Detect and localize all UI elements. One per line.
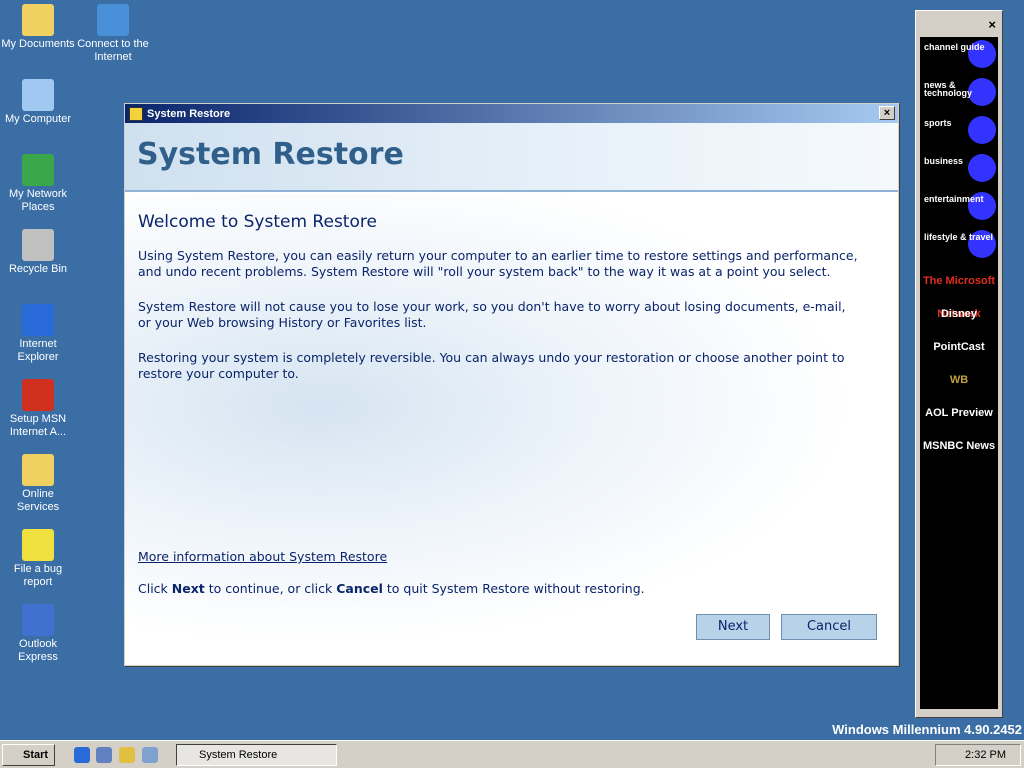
taskbar: Start System Restore 2:32 PM — [0, 740, 1024, 768]
outlook-express-icon[interactable] — [119, 747, 135, 763]
desktop-icon-image — [22, 79, 54, 111]
desktop-icon[interactable]: My Computer — [0, 75, 76, 126]
desktop-icon-image — [22, 304, 54, 336]
text: Cancel — [336, 581, 383, 596]
internet-explorer-icon[interactable] — [74, 747, 90, 763]
desktop-icon-label: Setup MSN Internet A... — [9, 413, 67, 438]
channel-item[interactable]: lifestyle & travel — [920, 227, 998, 265]
desktop-icon-label: My Network Places — [8, 188, 68, 213]
channel-icon — [968, 78, 996, 106]
desktop-icon[interactable]: Outlook Express — [0, 600, 76, 664]
channel-label: entertainment — [924, 194, 984, 204]
desktop-icon-label: Outlook Express — [18, 638, 58, 663]
desktop-icon[interactable]: Recycle Bin — [0, 225, 76, 276]
desktop-icon-image — [22, 229, 54, 261]
text: to continue, or click — [204, 581, 337, 596]
channel-item[interactable]: sports — [920, 113, 998, 151]
channel-bar-close-button[interactable]: × — [988, 17, 996, 32]
desktop-icon-image — [22, 4, 54, 36]
desktop-icon-image — [97, 4, 129, 36]
desktop-icon-label: My Computer — [4, 113, 72, 125]
channel-icon — [968, 116, 996, 144]
paragraph: Using System Restore, you can easily ret… — [138, 248, 858, 279]
text: Next — [171, 581, 205, 596]
more-info-link[interactable]: More information about System Restore — [138, 549, 387, 565]
channel-label: sports — [924, 118, 952, 128]
taskbar-button-system-restore[interactable]: System Restore — [176, 744, 337, 766]
channel-item[interactable]: entertainment — [920, 189, 998, 227]
clock[interactable]: 2:32 PM — [965, 749, 1006, 761]
desktop-icon-image — [22, 454, 54, 486]
channel-logo[interactable]: MSNBC News — [920, 430, 998, 463]
paragraph: System Restore will not cause you to los… — [138, 299, 846, 330]
header-banner: System Restore — [125, 123, 898, 192]
paragraph: Restoring your system is completely reve… — [138, 350, 845, 381]
window-title: System Restore — [147, 107, 231, 120]
dialog-body: Welcome to System Restore Using System R… — [125, 194, 898, 665]
channel-icon — [968, 154, 996, 182]
channel-label: lifestyle & travel — [924, 232, 994, 242]
start-button[interactable]: Start — [2, 744, 55, 766]
channel-logo[interactable]: AOL Preview — [920, 397, 998, 430]
system-restore-icon — [129, 106, 143, 121]
desktop-icon[interactable]: Connect to the Internet — [75, 0, 151, 64]
channel-logo[interactable]: WB — [920, 364, 998, 397]
channel-item[interactable]: news & technology — [920, 75, 998, 113]
text: to quit System Restore without restoring… — [382, 581, 645, 596]
media-player-icon[interactable] — [142, 747, 158, 763]
desktop-icon-label: My Documents — [1, 38, 75, 50]
desktop-icon[interactable]: Internet Explorer — [0, 300, 76, 364]
desktop-icon-image — [22, 604, 54, 636]
channel-label: channel guide — [924, 42, 985, 52]
desktop-icon-image — [22, 379, 54, 411]
channel-logo[interactable]: PointCast — [920, 331, 998, 364]
desktop-icon[interactable]: My Network Places — [0, 150, 76, 214]
desktop-icon-label: Online Services — [16, 488, 60, 513]
channel-logo[interactable]: Disney — [920, 298, 998, 331]
next-button[interactable]: Next — [696, 614, 770, 640]
desktop-icon-label: Recycle Bin — [8, 263, 68, 275]
close-button[interactable]: × — [879, 106, 895, 120]
welcome-heading: Welcome to System Restore — [138, 212, 377, 232]
channel-label: business — [924, 156, 964, 166]
desktop-icon-image — [22, 529, 54, 561]
channel-logo[interactable]: The Microsoft Network — [920, 265, 998, 320]
channel-bar: × channel guide news & technology sports bu… — [915, 10, 1003, 718]
channel-label: news & technology — [924, 80, 973, 98]
show-desktop-icon[interactable] — [96, 747, 112, 763]
desktop-icon[interactable]: Online Services — [0, 450, 76, 514]
version-text: Windows Millennium 4.90.2452 — [832, 722, 1022, 737]
system-tray: 2:32 PM — [935, 744, 1021, 766]
desktop-icon-label: File a bug report — [13, 563, 63, 588]
channel-item[interactable]: business — [920, 151, 998, 189]
title-bar[interactable]: System Restore × — [125, 104, 898, 123]
channel-item[interactable]: channel guide — [920, 37, 998, 75]
desktop-icon-image — [22, 154, 54, 186]
desktop-icon-label: Internet Explorer — [17, 338, 59, 363]
desktop-icon-label: Connect to the Internet — [77, 38, 149, 63]
desktop-icon[interactable]: Setup MSN Internet A... — [0, 375, 76, 439]
cancel-button[interactable]: Cancel — [781, 614, 877, 640]
desktop-icon[interactable]: File a bug report — [0, 525, 76, 589]
system-restore-window: System Restore × System Restore Welcome t… — [124, 103, 899, 666]
text: Click — [138, 581, 172, 596]
instructions: Click Next to continue, or click Cancel … — [138, 581, 645, 597]
desktop-icon[interactable]: My Documents — [0, 0, 76, 51]
